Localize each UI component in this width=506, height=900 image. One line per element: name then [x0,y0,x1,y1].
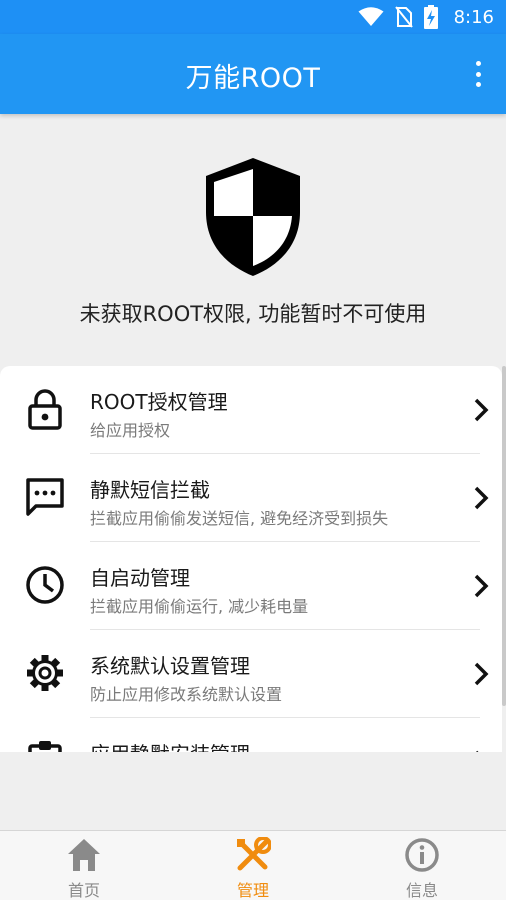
feature-sms-block[interactable]: 静默短信拦截 拦截应用偷偷发送短信, 避免经济受到损失 [0,454,502,542]
scrollbar[interactable] [502,366,506,706]
status-bar: 8:16 [0,0,506,34]
tab-info[interactable]: 信息 [338,831,506,900]
info-icon [404,837,440,873]
no-sim-icon [394,6,414,28]
chevron-right-icon [472,660,490,688]
tools-icon [235,836,272,873]
feature-subtitle: 拦截应用偷偷运行, 减少耗电量 [90,597,309,616]
feature-root-auth[interactable]: ROOT授权管理 给应用授权 [0,366,502,454]
chevron-right-icon [472,484,490,512]
feature-title: ROOT授权管理 [90,390,228,414]
feature-subtitle: 给应用授权 [90,421,171,440]
clipboard-icon [24,740,66,752]
feature-title: 应用静默安装管理 [90,738,250,752]
chevron-right-icon [472,572,490,600]
chevron-right-icon [472,748,490,752]
bottom-nav: 首页 管理 信息 [0,830,506,900]
feature-list: ROOT授权管理 给应用授权 静默短信拦截 拦截应用偷偷发送短信, 避免经济受到… [0,366,502,752]
shield-icon [200,154,306,284]
feature-subtitle: 拦截应用偷偷发送短信, 避免经济受到损失 [90,509,389,528]
root-status-panel: 未获取ROOT权限, 功能暂时不可使用 [0,114,506,366]
feature-title: 系统默认设置管理 [90,654,250,678]
home-icon [66,837,102,873]
tab-home[interactable]: 首页 [0,831,168,900]
lock-icon [24,388,66,430]
tab-manage[interactable]: 管理 [169,831,337,900]
root-status-message: 未获取ROOT权限, 功能暂时不可使用 [79,302,427,326]
feature-subtitle: 防止应用修改系统默认设置 [90,685,283,704]
status-icons: 8:16 [358,4,494,30]
wifi-icon [358,7,384,27]
feature-title: 自启动管理 [90,566,190,590]
feature-default-settings[interactable]: 系统默认设置管理 防止应用修改系统默认设置 [0,630,502,718]
sms-icon [24,476,66,518]
more-vert-icon[interactable] [468,58,488,90]
tab-home-label: 首页 [67,881,100,900]
app-title: 万能ROOT [185,63,321,94]
clock-icon [24,564,66,606]
feature-silent-install[interactable]: 应用静默安装管理 [0,718,502,752]
feature-title: 静默短信拦截 [90,478,210,502]
app-bar: 万能ROOT [0,34,506,114]
feature-autostart[interactable]: 自启动管理 拦截应用偷偷运行, 减少耗电量 [0,542,502,630]
tab-manage-label: 管理 [236,881,269,900]
tab-info-label: 信息 [405,881,438,900]
chevron-right-icon [472,396,490,424]
battery-charging-icon [423,5,438,29]
gear-icon [24,652,66,694]
status-time: 8:16 [453,6,494,28]
